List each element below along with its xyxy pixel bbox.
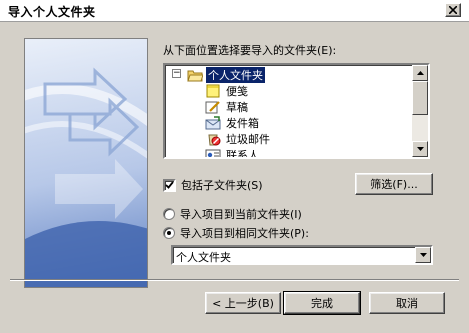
target-folder-value: 个人文件夹 — [176, 251, 231, 264]
include-subfolders-label: 包括子文件夹(S) — [181, 179, 263, 192]
chevron-down-icon — [419, 253, 427, 257]
tree-item-drafts[interactable]: 草稿 — [205, 99, 250, 115]
radio-import-to-same-folder[interactable]: 导入项目到相同文件夹(P): — [163, 225, 309, 241]
tree-scrollbar[interactable] — [412, 65, 428, 157]
scroll-down-button[interactable] — [412, 141, 428, 157]
window-title: 导入个人文件夹 — [8, 5, 96, 19]
folder-tree[interactable]: − 个人文件夹 便笺 草稿 发件箱 垃圾邮件 联系人 — [163, 63, 430, 159]
outbox-icon — [205, 116, 221, 130]
radio-button-selected[interactable] — [163, 227, 175, 239]
finish-button[interactable]: 完成 — [283, 291, 361, 315]
tree-item-outbox[interactable]: 发件箱 — [205, 115, 261, 131]
back-button[interactable]: < 上一步(B) — [205, 292, 281, 314]
dropdown-button[interactable] — [415, 247, 431, 263]
checkmark-icon — [165, 181, 174, 189]
close-icon — [449, 6, 457, 14]
filter-button[interactable]: 筛选(F)... — [355, 173, 433, 195]
collapse-toggle[interactable]: − — [172, 69, 181, 78]
radio-button[interactable] — [163, 208, 175, 220]
junk-mail-icon — [205, 132, 221, 146]
personal-folders-icon — [187, 68, 204, 82]
close-button[interactable] — [445, 3, 461, 17]
scroll-thumb[interactable] — [412, 81, 428, 115]
title-bar: 导入个人文件夹 — [0, 0, 469, 22]
notes-icon — [205, 84, 221, 98]
wizard-illustration — [24, 38, 148, 288]
include-subfolders-checkbox[interactable]: 包括子文件夹(S) — [163, 177, 263, 193]
radio-same-label: 导入项目到相同文件夹(P): — [180, 227, 309, 240]
tree-item-notes[interactable]: 便笺 — [205, 83, 250, 99]
tree-item-contacts[interactable]: 联系人 — [205, 147, 261, 157]
divider — [10, 279, 459, 281]
source-folder-prompt: 从下面位置选择要导入的文件夹(E): — [163, 44, 337, 57]
dialog-body: 从下面位置选择要导入的文件夹(E): − 个人文件夹 便笺 草稿 发件箱 垃圾邮… — [0, 22, 469, 333]
arrow-down-icon — [416, 147, 424, 151]
scroll-up-button[interactable] — [412, 65, 428, 81]
contacts-icon — [205, 148, 221, 157]
drafts-icon — [205, 100, 221, 114]
radio-import-to-current-folder[interactable]: 导入项目到当前文件夹(I) — [163, 206, 302, 222]
tree-item-personal-folders[interactable]: 个人文件夹 — [187, 67, 265, 83]
radio-current-label: 导入项目到当前文件夹(I) — [180, 208, 302, 221]
cancel-button[interactable]: 取消 — [369, 292, 445, 314]
arrow-up-icon — [416, 71, 424, 75]
target-folder-dropdown[interactable]: 个人文件夹 — [171, 245, 433, 265]
checkbox-box[interactable] — [163, 178, 176, 192]
tree-item-junk-mail[interactable]: 垃圾邮件 — [205, 131, 272, 147]
